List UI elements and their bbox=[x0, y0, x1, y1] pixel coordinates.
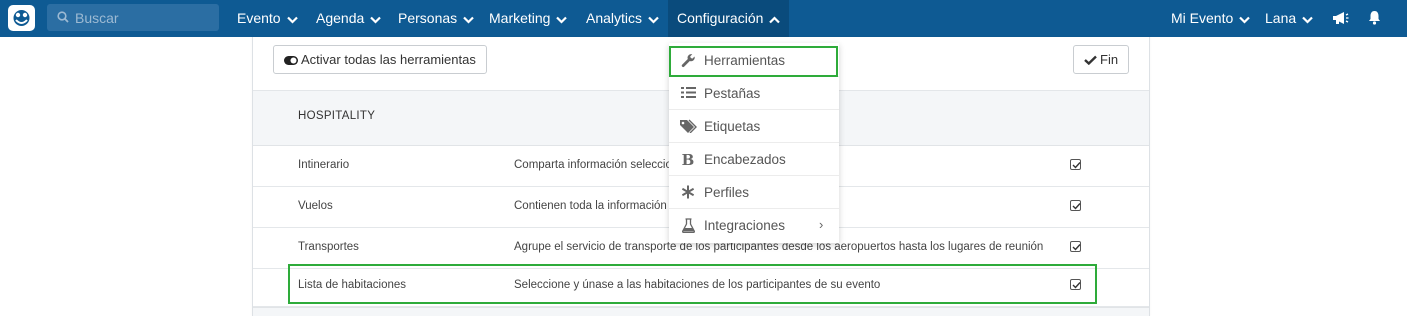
tool-checkbox[interactable] bbox=[1070, 241, 1081, 252]
nav-mi-evento[interactable]: Mi Evento bbox=[1171, 0, 1251, 37]
nav-marketing[interactable]: Marketing bbox=[489, 0, 568, 37]
nav-analytics[interactable]: Analytics bbox=[586, 0, 659, 37]
menu-item-pestanas[interactable]: Pestañas bbox=[669, 78, 839, 110]
chevron-down-icon bbox=[1239, 16, 1251, 24]
menu-item-encabezados[interactable]: B Encabezados bbox=[669, 144, 839, 176]
bold-icon: B bbox=[681, 151, 695, 169]
section-title: HOSPITALITY bbox=[298, 110, 376, 122]
tool-description: Comparta información seleccio bbox=[514, 159, 672, 171]
chevron-right-icon: › bbox=[819, 217, 824, 232]
menu-item-label: Pestañas bbox=[704, 86, 761, 101]
tool-checkbox[interactable] bbox=[1070, 200, 1081, 211]
activate-all-label: Activar todas las herramientas bbox=[301, 52, 476, 67]
menu-item-label: Encabezados bbox=[704, 152, 786, 167]
bell-icon[interactable] bbox=[1368, 10, 1381, 26]
nav-label: Evento bbox=[237, 10, 281, 26]
menu-item-perfiles[interactable]: Perfiles bbox=[669, 177, 839, 209]
menu-item-integraciones[interactable]: Integraciones › bbox=[669, 210, 839, 242]
list-icon bbox=[680, 86, 696, 102]
top-navbar: Evento Agenda Personas Marketing Analyti… bbox=[0, 0, 1407, 37]
done-button[interactable]: Fin bbox=[1073, 45, 1130, 74]
toggle-icon bbox=[284, 56, 298, 65]
nav-label: Analytics bbox=[586, 10, 643, 26]
tool-name: Transportes bbox=[298, 241, 359, 253]
search-icon bbox=[57, 11, 69, 23]
checkmark-icon bbox=[1084, 55, 1097, 66]
flask-icon bbox=[680, 218, 696, 234]
chevron-down-icon bbox=[286, 16, 298, 24]
highlight-box-menu bbox=[669, 46, 838, 77]
nav-label: Mi Evento bbox=[1171, 10, 1234, 26]
nav-label: Configuración bbox=[677, 10, 764, 26]
nav-label: Agenda bbox=[316, 10, 365, 26]
search-input[interactable] bbox=[75, 4, 215, 31]
nav-label: Lana bbox=[1265, 10, 1297, 26]
chevron-down-icon bbox=[556, 16, 568, 24]
menu-item-etiquetas[interactable]: Etiquetas bbox=[669, 111, 839, 143]
highlight-box-row bbox=[288, 264, 1097, 304]
section-footer bbox=[253, 307, 1149, 316]
tool-name: Vuelos bbox=[298, 200, 333, 212]
megaphone-icon[interactable] bbox=[1332, 11, 1349, 26]
nav-agenda[interactable]: Agenda bbox=[316, 0, 382, 37]
tool-description: Contienen toda la información s s bbox=[514, 200, 685, 212]
chevron-down-icon bbox=[463, 16, 474, 24]
chevron-up-icon bbox=[769, 16, 781, 24]
nav-evento[interactable]: Evento bbox=[237, 0, 298, 37]
nav-personas[interactable]: Personas bbox=[398, 0, 474, 37]
chevron-down-icon bbox=[648, 16, 659, 24]
nav-label: Marketing bbox=[489, 10, 551, 26]
tool-name: Intinerario bbox=[298, 159, 350, 171]
done-label: Fin bbox=[1100, 52, 1119, 67]
menu-item-label: Etiquetas bbox=[704, 119, 761, 134]
nav-label: Personas bbox=[398, 10, 458, 26]
tool-checkbox[interactable] bbox=[1070, 159, 1081, 170]
chevron-down-icon bbox=[1302, 16, 1313, 24]
tags-icon bbox=[680, 119, 697, 135]
menu-item-label: Integraciones bbox=[704, 218, 786, 233]
search-box[interactable] bbox=[47, 4, 219, 31]
nav-user-menu[interactable]: Lana bbox=[1265, 0, 1313, 37]
nav-configuracion[interactable]: Configuración bbox=[668, 0, 790, 37]
menu-item-label: Perfiles bbox=[704, 185, 750, 200]
chevron-down-icon bbox=[370, 16, 382, 24]
asterisk-icon bbox=[680, 185, 696, 201]
app-logo[interactable] bbox=[8, 5, 35, 31]
activate-all-tools-button[interactable]: Activar todas las herramientas bbox=[273, 45, 487, 74]
